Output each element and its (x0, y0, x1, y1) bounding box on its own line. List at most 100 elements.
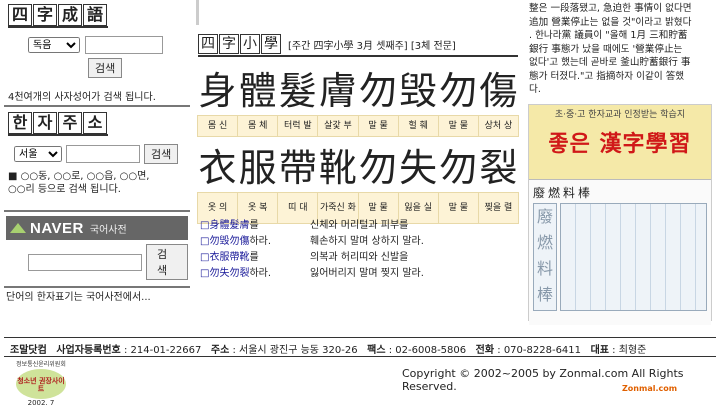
worksheet-char: 燃 (536, 233, 553, 252)
address-title: 한 자 주 소 (8, 112, 188, 134)
rep-label: 대표 (590, 345, 609, 356)
naver-logo[interactable]: NAVER (30, 220, 84, 237)
naver-info: 단어의 한자표기는 국어사전에서... (6, 292, 151, 303)
lesson-suffix: 하라. (249, 236, 272, 247)
weekly-subtitle[interactable]: [주간 四字小學 3月 셋째주] [3체 전문] (288, 37, 456, 52)
naver-search-button[interactable]: 검색 (146, 244, 188, 280)
address-info-line: ○○리 등으로 검색 됩니다. (8, 184, 121, 195)
divider (198, 55, 518, 57)
hanja-char[interactable]: 帶 (278, 137, 318, 193)
hanja-row: 身 體 髮 膚 勿 毁 勿 傷 (198, 60, 519, 116)
title-char: 學 (261, 34, 281, 54)
hanja-char[interactable]: 勿 (438, 60, 478, 116)
hanja-char[interactable]: 靴 (318, 137, 358, 193)
hanja-meaning: 몸 신 (196, 115, 239, 137)
hanja-char[interactable]: 勿 (438, 137, 478, 193)
title-char: 四 (8, 4, 32, 26)
lesson-meaning: 신체와 머리털과 피부를 (310, 220, 409, 231)
addr-label: 주소 (210, 345, 230, 356)
lesson-meaning: 잃어버리지 말며 찢지 말라. (310, 268, 424, 279)
hanja-meaning: 살갗 부 (317, 115, 359, 137)
news-line: 態가 터졌다."고 指摘하자 이같이 答했 (529, 70, 685, 82)
footer-line (4, 356, 716, 357)
hanja-char[interactable]: 身 (198, 60, 238, 116)
biz-label: 사업자등록번호 (56, 345, 121, 356)
four-char-info: 4천여개의 사자성어가 검색 됩니다. (8, 92, 156, 103)
naver-section: NAVER 국어사전 검색 단어의 한자표기는 국어사전에서... (6, 216, 188, 303)
lesson-meaning: 훼손하지 말며 상하지 말라. (310, 236, 424, 247)
naver-dict-label: 국어사전 (89, 224, 127, 236)
ad-header: 초·중·고 한자교과 인정받는 학습지 좋은 漢字學習 (529, 105, 711, 179)
divider (8, 26, 108, 28)
footer-line (4, 337, 716, 338)
title-char: 四 (198, 34, 218, 54)
fax-value: : 02-6008-5806 (388, 345, 467, 356)
hanja-char[interactable]: 勿 (358, 137, 398, 193)
worksheet-grid (560, 203, 707, 311)
divider (4, 105, 190, 107)
hanja-char[interactable]: 失 (398, 137, 438, 193)
lesson-hanja[interactable]: □身體髮膚 (200, 220, 249, 231)
rep-value: : 최형준 (612, 345, 647, 356)
news-line: 없다'고 했는데 곧바로 釜山貯蓄銀行 事 (529, 57, 691, 68)
ad-banner[interactable]: 초·중·고 한자교과 인정받는 학습지 좋은 漢字學習 廢燃料棒 廢 燃 料 棒 (528, 104, 712, 325)
lesson-suffix: 를 (249, 252, 259, 263)
lesson-meaning: 의복과 허리띠와 신발을 (310, 252, 409, 263)
youth-badge[interactable]: 정보통신윤리위원회 청소년 권장사이트 2002. 7 (10, 359, 72, 411)
hanja-char[interactable]: 衣 (198, 137, 238, 193)
ad-brand: 좋은 漢字學習 (548, 131, 692, 157)
lesson-line: □衣服帶靴를 의복과 허리띠와 신발을 (200, 250, 520, 266)
hanja-row: 衣 服 帶 靴 勿 失 勿 裂 (198, 137, 519, 193)
address-search-button[interactable]: 검색 (144, 144, 179, 164)
lesson-line: □身體髮膚를 신체와 머리털과 피부를 (200, 218, 520, 234)
lesson-suffix: 하라. (249, 268, 272, 279)
hanja-char[interactable]: 體 (238, 60, 278, 116)
company-name: 조말닷컴 (10, 345, 47, 356)
lesson-hanja[interactable]: □勿失勿裂 (200, 268, 249, 279)
four-char-select[interactable]: 독음 (28, 37, 80, 53)
title-char: 小 (240, 34, 260, 54)
top-divider (196, 0, 199, 25)
zonmal-logo[interactable]: Zonmal.com (622, 384, 677, 393)
lesson-hanja[interactable]: □衣服帶靴 (200, 252, 249, 263)
address-section: 한 자 주 소 서울 검색 ■ ○○동, ○○로, ○○읍, ○○면, ○○리 … (8, 112, 188, 196)
badge-year: 2002. 7 (27, 399, 55, 407)
worksheet-char: 廢 (536, 207, 553, 226)
title-char: 字 (219, 34, 239, 54)
address-search-input[interactable] (66, 145, 140, 163)
hanja-meaning: 말 물 (437, 115, 479, 137)
lesson-hanja[interactable]: □勿毁勿傷 (200, 236, 249, 247)
four-char-search-input[interactable] (85, 36, 163, 54)
hanja-char[interactable]: 髮 (278, 60, 318, 116)
hanja-char[interactable]: 毁 (398, 60, 438, 116)
hanja-char[interactable]: 裂 (478, 137, 518, 193)
news-line: . 한나라黨 議員이 "올해 1月 三和貯蓄 (529, 30, 688, 41)
four-char-title: 四 字 成 語 (8, 4, 188, 26)
hanja-meaning: 말 물 (357, 115, 399, 137)
news-line: 整은 一段落됐고, 急迫한 事情이 없다면 (529, 3, 692, 14)
worksheet-title: 廢燃料棒 (533, 186, 594, 200)
worksheet-char: 料 (536, 259, 553, 278)
badge-org: 정보통신윤리위원회 (16, 361, 66, 368)
title-char: 주 (58, 112, 82, 134)
hanja-char[interactable]: 勿 (358, 60, 398, 116)
naver-search-input[interactable] (28, 253, 142, 271)
four-char-search-button[interactable]: 검색 (88, 58, 123, 78)
weekly-title: 四字小學 (198, 34, 282, 54)
news-text: 整은 一段落됐고, 急迫한 事情이 없다면 追加 營業停止는 없을 것"이라고 … (529, 2, 717, 97)
footer-info: 조말닷컴 사업자등록번호 : 214-01-22667 주소 : 서울시 광진구… (10, 341, 716, 356)
ad-tagline: 초·중·고 한자교과 인정받는 학습지 (554, 110, 686, 120)
news-line: 다. (529, 84, 541, 95)
title-char: 語 (83, 4, 107, 26)
hanja-char[interactable]: 膚 (318, 60, 358, 116)
divider (4, 286, 190, 288)
title-char: 소 (83, 112, 107, 134)
lesson-line: □勿失勿裂하라. 잃어버리지 말며 찢지 말라. (200, 266, 520, 282)
title-char: 字 (33, 4, 57, 26)
meaning-row: 몸 신 몸 체 터럭 발 살갗 부 말 물 헐 훼 말 물 상처 상 (196, 115, 520, 137)
hanja-char[interactable]: 服 (238, 137, 278, 193)
hanja-char[interactable]: 傷 (478, 60, 518, 116)
weekly-header: 四字小學 [주간 四字小學 3月 셋째주] [3체 전문] (198, 34, 518, 57)
hanja-grid: 身 體 髮 膚 勿 毁 勿 傷 몸 신 몸 체 터럭 발 살갗 부 말 물 헐 … (196, 60, 520, 224)
address-select[interactable]: 서울 (14, 146, 62, 162)
